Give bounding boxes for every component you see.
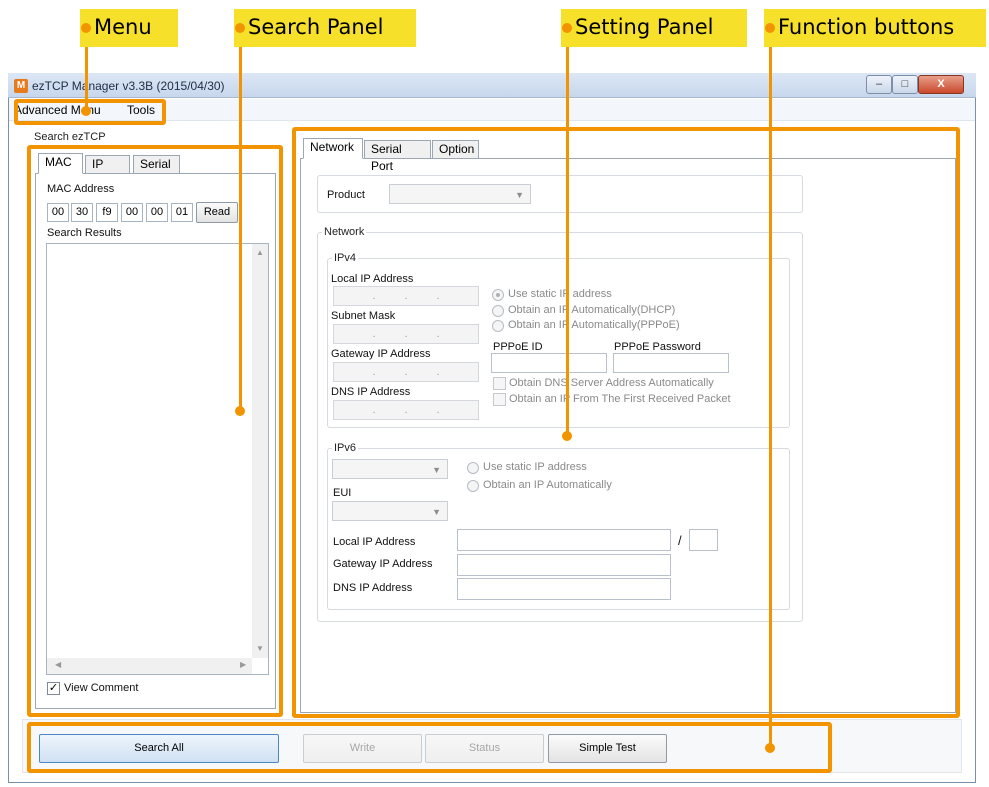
- function-buttons-leader-dot: [765, 743, 775, 753]
- window-title: ezTCP Manager v3.3B (2015/04/30): [32, 79, 225, 93]
- function-buttons-leader-line: [769, 28, 772, 750]
- minimize-button[interactable]: –: [866, 75, 892, 94]
- function-buttons-callout-dot: [765, 23, 775, 33]
- search-panel-leader-dot: [235, 406, 245, 416]
- search-group-title: Search ezTCP: [34, 131, 106, 143]
- maximize-button[interactable]: □: [892, 75, 918, 94]
- search-panel-highlight-box: [27, 145, 283, 717]
- setting-panel-leader-dot: [562, 431, 572, 441]
- menu-leader-dot: [81, 106, 91, 116]
- search-panel-leader-line: [239, 28, 242, 412]
- menu-callout: Menu: [80, 9, 178, 47]
- setting-panel-callout: Setting Panel: [561, 9, 747, 47]
- search-panel-callout: Search Panel: [234, 9, 416, 47]
- menu-callout-dot: [81, 23, 91, 33]
- setting-panel-leader-line: [566, 28, 569, 437]
- app-icon: M: [14, 79, 28, 93]
- setting-panel-callout-dot: [562, 23, 572, 33]
- function-buttons-highlight-box: [27, 722, 832, 773]
- function-buttons-callout: Function buttons: [764, 9, 986, 47]
- setting-panel-highlight-box: [292, 127, 960, 718]
- close-button[interactable]: X: [918, 75, 964, 94]
- search-panel-callout-dot: [235, 23, 245, 33]
